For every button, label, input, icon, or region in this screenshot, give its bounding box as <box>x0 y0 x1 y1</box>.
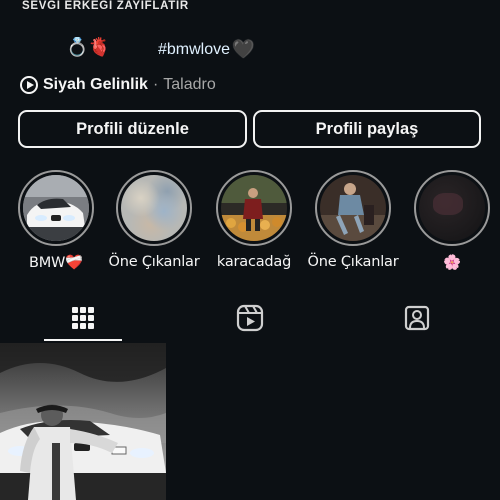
tab-grid[interactable] <box>0 296 166 340</box>
bio-hashtag[interactable]: #bmwlove <box>158 41 230 59</box>
profile-music[interactable]: Siyah Gelinlik · Taladro <box>20 76 216 94</box>
share-profile-button[interactable]: Profili paylaş <box>253 110 481 148</box>
highlight-item[interactable]: Öne Çıkanlar <box>303 170 403 270</box>
highlight-cover <box>315 170 391 246</box>
bio-title: SEVGI ERKEGI ZAYIFLATIR <box>22 0 189 12</box>
black-heart-emoji: 🖤 <box>232 39 255 60</box>
music-song-title: Siyah Gelinlik <box>43 76 148 93</box>
reels-icon <box>236 304 264 332</box>
highlight-cover <box>116 170 192 246</box>
edit-profile-button[interactable]: Profili düzenle <box>18 110 247 148</box>
tab-tagged[interactable] <box>334 296 500 340</box>
car-thumbnail <box>23 175 89 241</box>
highlight-label: Öne Çıkanlar <box>108 254 200 270</box>
highlight-cover <box>216 170 292 246</box>
highlight-item[interactable]: karacadağ <box>204 170 304 270</box>
highlight-item[interactable]: Öne Çıkanlar <box>104 170 204 270</box>
tab-reels[interactable] <box>167 296 333 340</box>
tagged-person-icon <box>404 305 430 331</box>
highlight-item[interactable]: 🌸 <box>402 170 500 271</box>
highlight-label: BMW❤️‍🩹 <box>28 255 84 271</box>
highlight-cover <box>414 170 490 246</box>
active-tab-indicator <box>44 339 122 341</box>
highlight-item[interactable]: BMW❤️‍🩹 <box>6 170 106 271</box>
bio-hashtag-line: #bmwlove 🖤 <box>158 39 254 60</box>
highlight-cover <box>18 170 94 246</box>
highlight-label: Öne Çıkanlar <box>307 254 399 270</box>
profile-screen: SEVGI ERKEGI ZAYIFLATIR 💍🫀 #bmwlove 🖤 Si… <box>0 0 500 500</box>
music-artist: Taladro <box>163 76 216 93</box>
highlight-label: karacadağ <box>216 254 292 270</box>
play-circle-icon <box>20 76 38 94</box>
market-thumbnail <box>221 175 287 241</box>
grid-icon <box>72 307 94 329</box>
music-separator: · <box>152 76 159 93</box>
post-thumbnail[interactable] <box>0 343 166 500</box>
story-highlights: BMW❤️‍🩹 Öne Çıkanlar <box>0 170 500 274</box>
post-image <box>0 343 166 500</box>
person-thumbnail <box>320 175 386 241</box>
highlight-label: 🌸 <box>443 255 461 271</box>
bio-emojis: 💍🫀 <box>66 37 111 58</box>
profile-tabs <box>0 296 500 342</box>
